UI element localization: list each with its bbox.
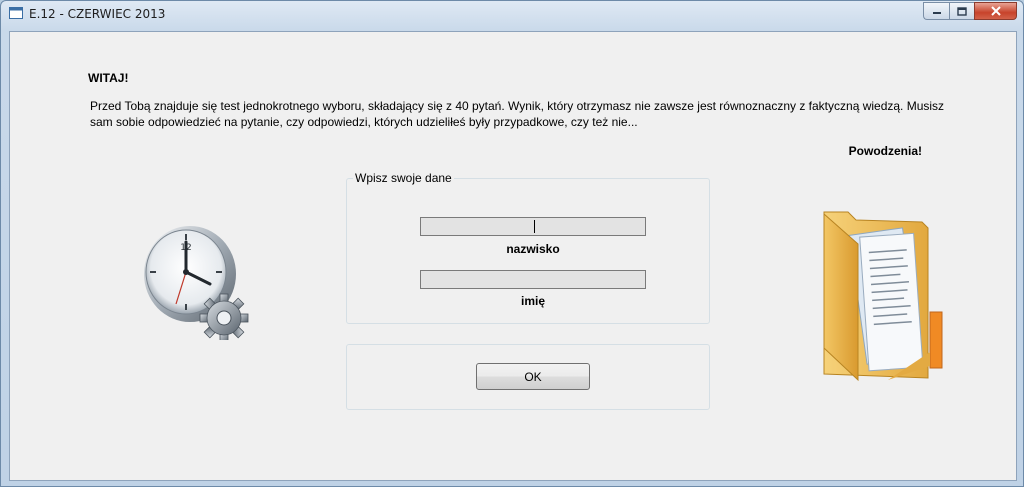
clock-gear-icon: 12 — [144, 226, 249, 340]
groupbox-title: Wpisz swoje dane — [353, 171, 454, 185]
welcome-heading: WITAJ! — [88, 71, 129, 85]
first-name-input[interactable] — [420, 270, 646, 289]
maximize-button[interactable] — [949, 2, 974, 20]
close-icon — [990, 6, 1001, 16]
surname-label: nazwisko — [506, 242, 560, 256]
intro-text: Przed Tobą znajduje się test jednokrotne… — [90, 99, 945, 129]
app-window-icon — [9, 7, 23, 19]
minimize-icon — [932, 12, 941, 14]
text-caret — [534, 220, 535, 233]
main-window: E.12 - CZERWIEC 2013 WITAJ! Przed Tobą z… — [0, 0, 1024, 487]
caption-buttons — [923, 2, 1017, 20]
client-area: WITAJ! Przed Tobą znajduje się test jedn… — [9, 31, 1017, 481]
title-bar[interactable]: E.12 - CZERWIEC 2013 — [1, 1, 1023, 27]
close-button[interactable] — [974, 2, 1017, 20]
folder-documents-icon — [823, 211, 943, 382]
minimize-button[interactable] — [923, 2, 949, 20]
ok-button[interactable]: OK — [476, 363, 590, 390]
surname-input[interactable] — [420, 217, 646, 236]
first-name-label: imię — [520, 294, 545, 308]
window-title: E.12 - CZERWIEC 2013 — [29, 7, 166, 21]
maximize-icon — [957, 6, 967, 16]
good-luck-text: Powodzenia! — [848, 144, 922, 158]
